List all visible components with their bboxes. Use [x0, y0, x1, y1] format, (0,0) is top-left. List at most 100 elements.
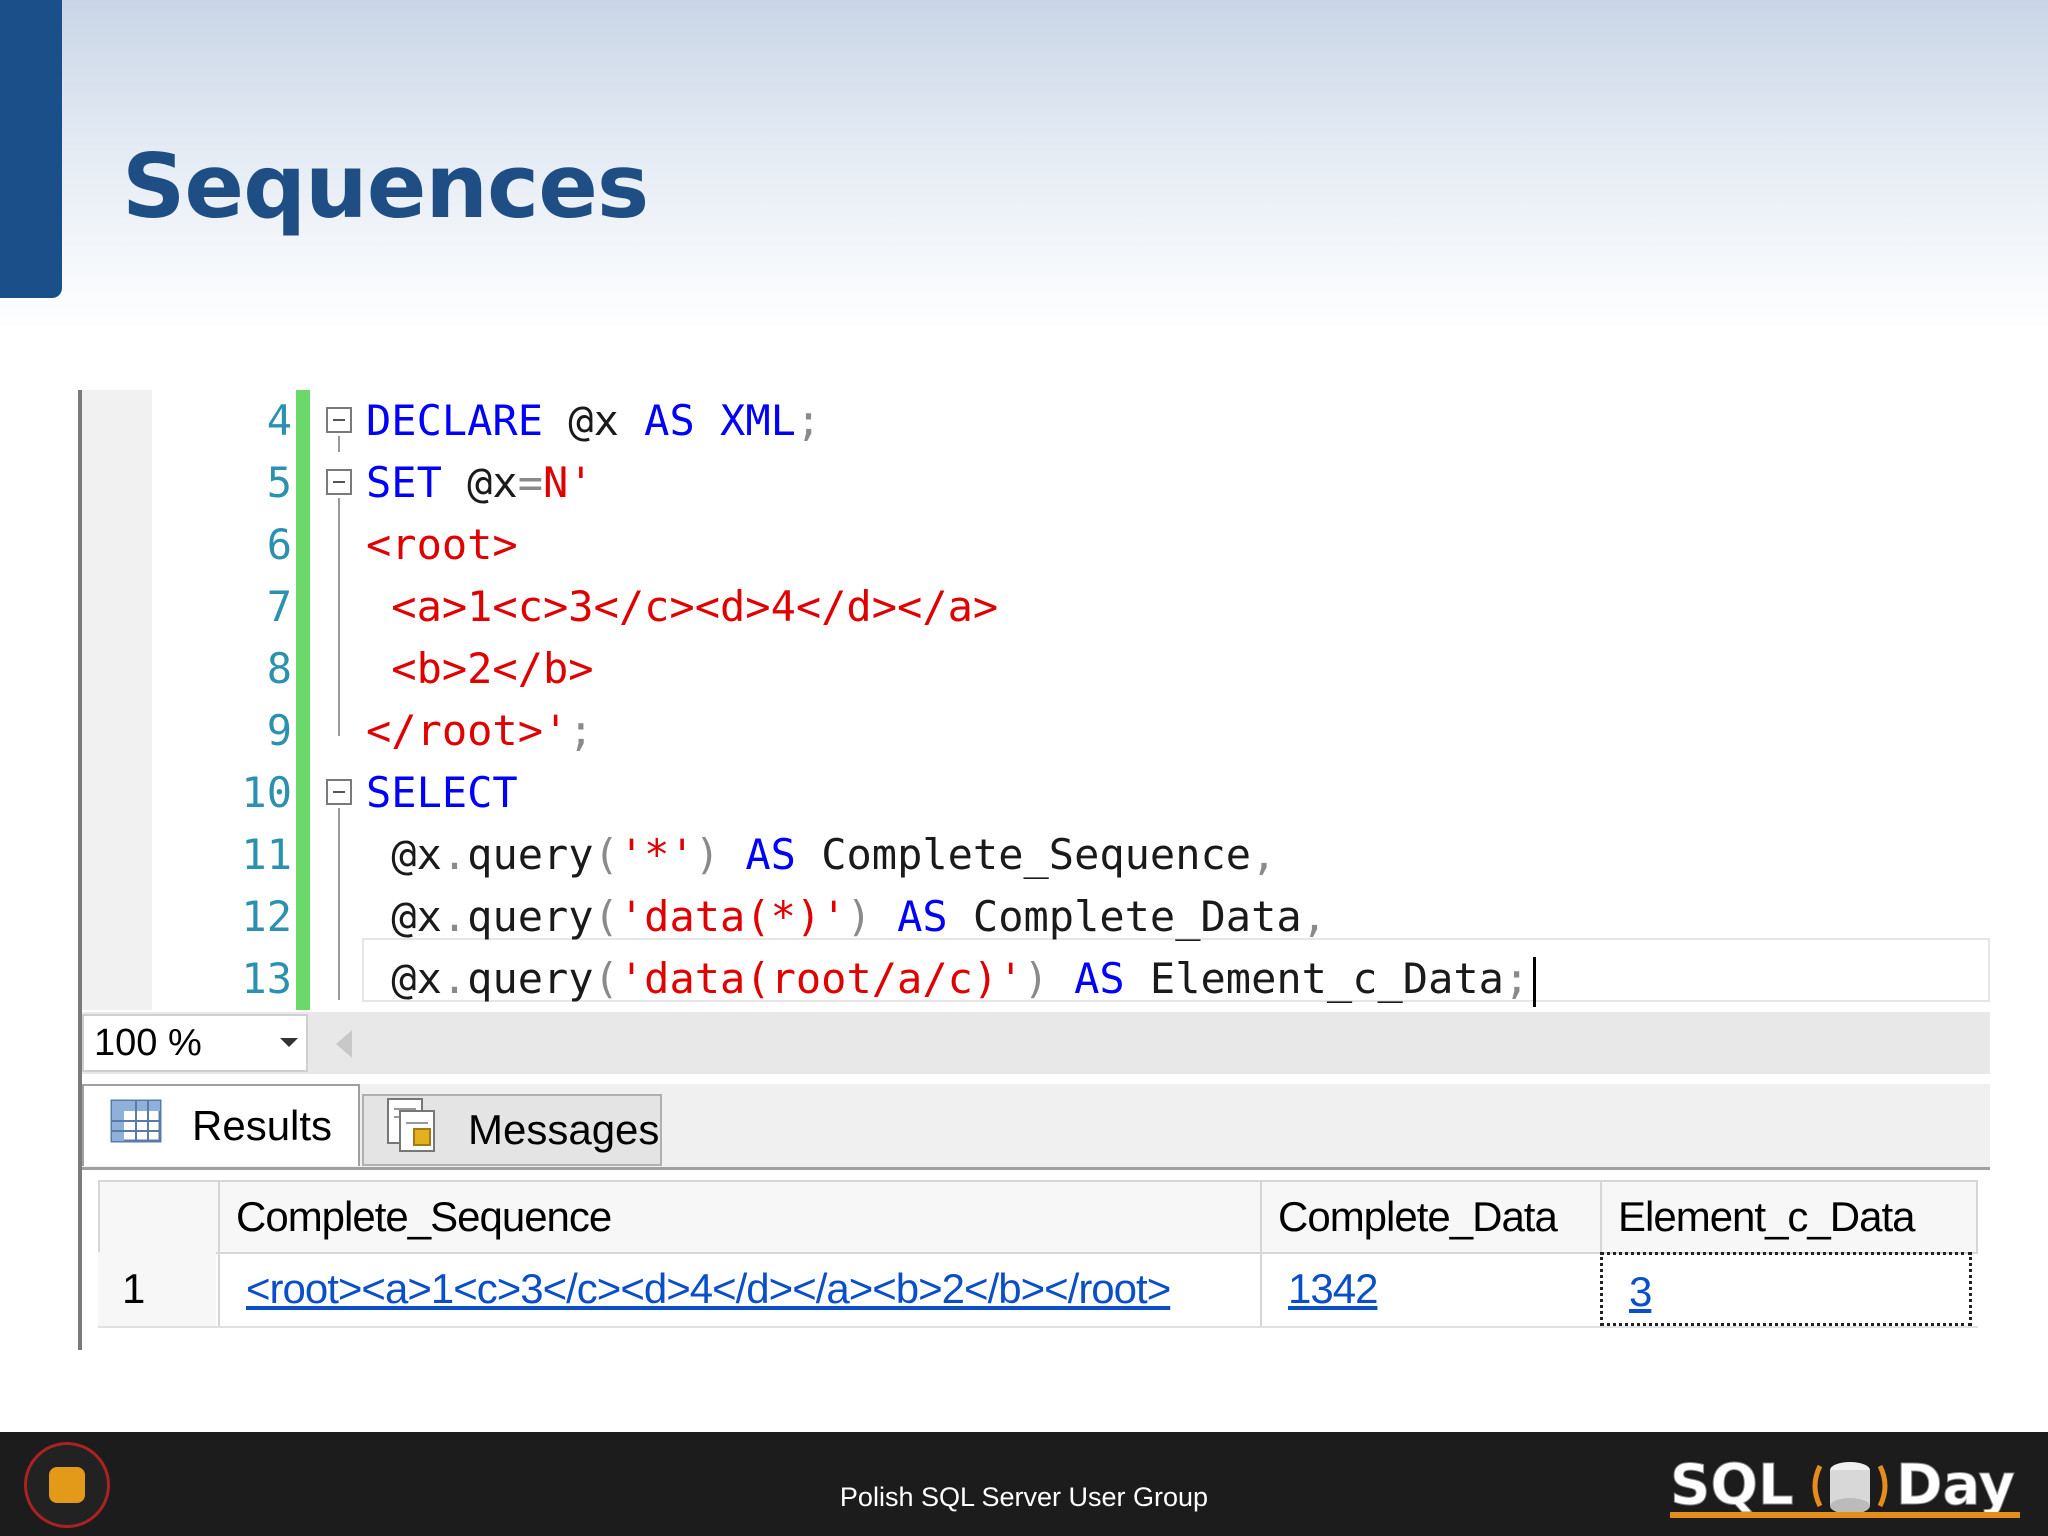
- slide-footer: Polish SQL Server User Group SQL Day: [0, 1432, 2048, 1536]
- grid-corner-header: [98, 1182, 218, 1252]
- line-number: 10: [241, 768, 292, 817]
- ssms-window: 4 DECLARE @x AS XML; 5 SET @x=N' 6 <root> 7 <a…: [78, 390, 1990, 1350]
- zoom-dropdown[interactable]: 100 %: [82, 1014, 308, 1072]
- code-token: (: [593, 954, 619, 1003]
- scroll-left-arrow-icon[interactable]: [336, 1030, 352, 1058]
- chevron-down-icon[interactable]: [280, 1038, 298, 1047]
- grid-column-header[interactable]: Element_c_Data: [1600, 1182, 1978, 1252]
- code-token: SET: [366, 458, 442, 507]
- code-token: Element_c_Data: [1124, 954, 1504, 1003]
- code-text: SELECT: [366, 762, 518, 824]
- code-token: ): [1023, 954, 1049, 1003]
- xml-result-link[interactable]: 3: [1629, 1268, 1652, 1315]
- code-text: DECLARE @x AS XML;: [366, 390, 821, 452]
- code-text: SET @x=N': [366, 452, 594, 514]
- code-line[interactable]: 13 @x.query('data(root/a/c)') AS Element…: [82, 948, 1990, 1010]
- code-token: ): [846, 892, 872, 941]
- code-token: query: [467, 892, 594, 941]
- code-line[interactable]: 8 <b>2</b>: [82, 638, 1990, 700]
- xml-result-link[interactable]: <root><a>1<c>3</c><d>4</d></a><b>2</b></…: [246, 1265, 1171, 1312]
- code-token: SELECT: [366, 768, 518, 817]
- code-token: query: [467, 830, 594, 879]
- zoom-value: 100 %: [94, 1022, 202, 1064]
- svg-text:SQL: SQL: [1670, 1453, 1794, 1518]
- code-token: @x: [366, 954, 442, 1003]
- text-caret: [1533, 956, 1537, 1007]
- code-token: AS: [1074, 954, 1125, 1003]
- code-token: @x: [543, 396, 645, 445]
- slide-title: Sequences: [122, 135, 649, 238]
- line-number: 4: [266, 396, 292, 445]
- code-token: 'data(*)': [618, 892, 847, 941]
- code-token: <b>2</b>: [366, 644, 594, 693]
- line-number: 6: [266, 520, 292, 569]
- code-token: .: [441, 892, 468, 941]
- sqlday-logo: SQL Day: [1670, 1446, 2030, 1526]
- line-number: 5: [266, 458, 292, 507]
- code-token: ;: [568, 706, 594, 755]
- code-token: Complete_Sequence: [795, 830, 1252, 879]
- line-number: 12: [241, 892, 292, 941]
- code-line[interactable]: 5 SET @x=N': [82, 452, 1990, 514]
- code-token: (: [593, 892, 619, 941]
- code-text: @x.query('*') AS Complete_Sequence,: [366, 824, 1276, 886]
- tab-messages[interactable]: Messages: [362, 1094, 662, 1166]
- code-token: <root>: [366, 520, 518, 569]
- grid-cell-selected[interactable]: 3: [1600, 1252, 1972, 1326]
- zoom-bar: 100 %: [82, 1012, 1990, 1074]
- code-token: ): [694, 830, 721, 879]
- code-text: <b>2</b>: [366, 638, 594, 700]
- grid-cell[interactable]: 1342: [1260, 1252, 1600, 1326]
- code-line[interactable]: 4 DECLARE @x AS XML;: [82, 390, 1990, 452]
- code-token: =: [517, 458, 544, 507]
- code-line[interactable]: 6 <root>: [82, 514, 1990, 576]
- line-number: 9: [266, 706, 292, 755]
- code-token: @x: [366, 830, 442, 879]
- code-token: @x: [441, 458, 518, 507]
- code-token: AS: [644, 396, 695, 445]
- tab-results[interactable]: Results: [82, 1084, 360, 1166]
- code-token: (: [593, 830, 619, 879]
- code-token: @x: [366, 892, 442, 941]
- table-row[interactable]: 1 <root><a>1<c>3</c><d>4</d></a><b>2</b>…: [98, 1252, 1978, 1328]
- code-line[interactable]: 9 </root>';: [82, 700, 1990, 762]
- code-token: ,: [1251, 830, 1277, 879]
- code-line[interactable]: 11 @x.query('*') AS Complete_Sequence,: [82, 824, 1990, 886]
- code-text: <a>1<c>3</c><d>4</d></a>: [366, 576, 998, 638]
- collapse-toggle-icon[interactable]: [326, 469, 352, 495]
- line-number: 11: [241, 830, 292, 879]
- results-tabs: Results Messages: [82, 1084, 1990, 1168]
- code-token: .: [441, 954, 468, 1003]
- code-token: AS: [745, 830, 796, 879]
- code-line[interactable]: 10 SELECT: [82, 762, 1990, 824]
- row-number: 1: [98, 1252, 216, 1326]
- svg-text:Day: Day: [1896, 1453, 2015, 1518]
- code-text: @x.query('data(root/a/c)') AS Element_c_…: [366, 948, 1537, 1010]
- code-token: N': [543, 458, 594, 507]
- tabs-divider: [82, 1167, 1990, 1170]
- grid-column-header[interactable]: Complete_Sequence: [218, 1182, 1260, 1252]
- code-token: </root>': [366, 706, 569, 755]
- xml-result-link[interactable]: 1342: [1288, 1265, 1378, 1312]
- collapse-toggle-icon[interactable]: [326, 779, 352, 805]
- code-line[interactable]: 7 <a>1<c>3</c><d>4</d></a>: [82, 576, 1990, 638]
- collapse-toggle-icon[interactable]: [326, 407, 352, 433]
- code-token: <a>1<c>3</c><d>4</d></a>: [366, 582, 999, 631]
- code-token: ;: [795, 396, 822, 445]
- grid-cell[interactable]: <root><a>1<c>3</c><d>4</d></a><b>2</b></…: [218, 1252, 1260, 1326]
- code-token: Complete_Data: [947, 892, 1302, 941]
- query-editor[interactable]: 4 DECLARE @x AS XML; 5 SET @x=N' 6 <root> 7 <a…: [82, 390, 1990, 1010]
- results-grid[interactable]: Complete_Sequence Complete_Data Element_…: [98, 1180, 1990, 1350]
- code-text: <root>: [366, 514, 518, 576]
- grid-column-header[interactable]: Complete_Data: [1260, 1182, 1600, 1252]
- code-token: ;: [1503, 954, 1530, 1003]
- code-token: DECLARE: [366, 396, 544, 445]
- slide-accent-bar: [0, 0, 62, 298]
- code-line[interactable]: 12 @x.query('data(*)') AS Complete_Data,: [82, 886, 1990, 948]
- code-token: query: [467, 954, 594, 1003]
- line-number: 8: [266, 644, 292, 693]
